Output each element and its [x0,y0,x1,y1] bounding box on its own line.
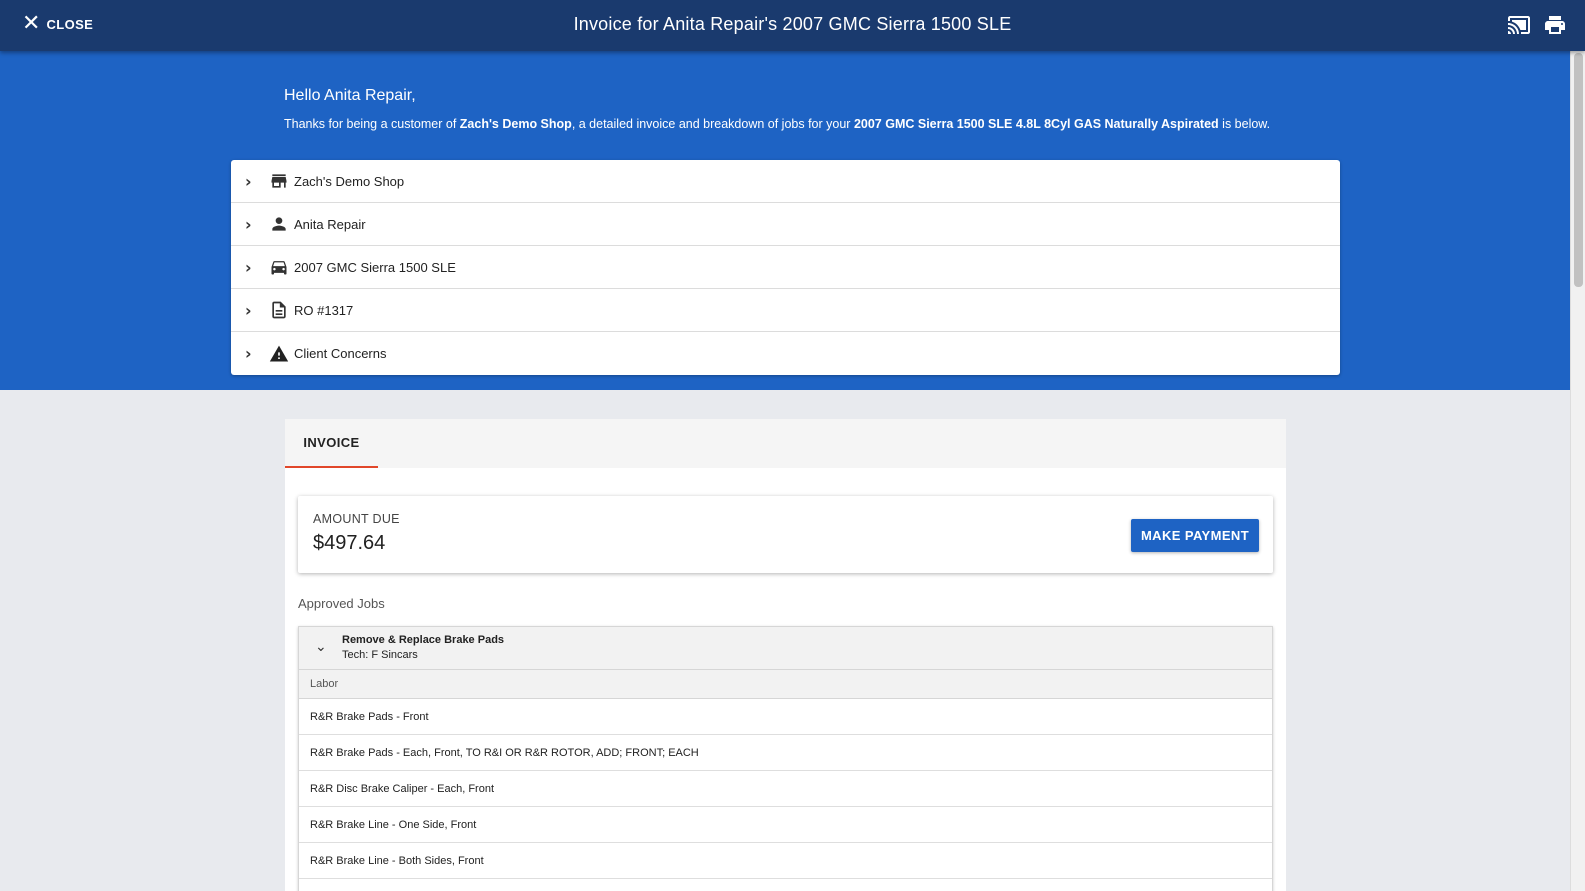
thanks-post: is below. [1218,117,1271,131]
labor-row: R&R Brake Line - Both Sides, Front [299,843,1272,879]
tab-invoice[interactable]: INVOICE [285,419,378,468]
chevron-right-icon: › [245,300,252,320]
accordion-item-vehicle[interactable]: › 2007 GMC Sierra 1500 SLE [231,246,1340,289]
accordion-label: Anita Repair [294,216,366,232]
chevron-right-icon: › [245,214,252,234]
accordion-label: RO #1317 [294,302,354,318]
job-title: Remove & Replace Brake Pads [342,634,505,646]
page-scrollbar[interactable] [1570,51,1585,891]
labor-row: R&R Disc Brake Caliper - Each, Front [299,771,1272,807]
accordion-item-customer[interactable]: › Anita Repair [231,203,1340,246]
chevron-right-icon: › [245,344,252,363]
labor-row: R&R Brake Pads - Front [299,699,1272,735]
car-icon [269,257,289,277]
document-icon [269,300,289,320]
approved-jobs-heading: Approved Jobs [298,596,385,611]
amount-due-box: AMOUNT DUE $497.64 MAKE PAYMENT [298,496,1273,573]
accordion-label: Zach's Demo Shop [294,173,405,189]
page-title: Invoice for Anita Repair's 2007 GMC Sier… [573,14,1012,34]
thanks-text: Thanks for being a customer of Zach's De… [284,117,1270,131]
scrollbar-thumb[interactable] [1574,53,1583,287]
accordion-item-concerns[interactable]: › Client Concerns [231,332,1340,375]
amount-due-value: $497.64 [313,532,386,554]
chevron-right-icon: › [245,257,252,277]
person-icon [269,214,289,234]
chevron-down-icon: ⌄ [315,639,327,655]
appbar-actions [1507,13,1567,37]
chevron-right-icon: › [245,171,252,191]
accordion-label: 2007 GMC Sierra 1500 SLE [294,259,456,275]
warning-icon [269,344,289,364]
thanks-mid: , a detailed invoice and breakdown of jo… [571,117,854,131]
tab-bar: INVOICE [285,419,1286,468]
labor-header: Labor [299,670,1272,699]
vehicle-full: 2007 GMC Sierra 1500 SLE 4.8L 8Cyl GAS N… [853,117,1219,131]
amount-due-label: AMOUNT DUE [313,512,400,526]
labor-row: R&R Brake Line - One Side, Front [299,807,1272,843]
invoice-card: INVOICE AMOUNT DUE $497.64 MAKE PAYMENT … [285,419,1286,891]
job-tech: Tech: F Sincars [342,649,418,661]
print-icon[interactable] [1543,13,1567,37]
accordion-item-shop[interactable]: › Zach's Demo Shop [231,160,1340,203]
job-header[interactable]: ⌄ Remove & Replace Brake Pads Tech: F Si… [299,627,1272,670]
approved-jobs-panel: ⌄ Remove & Replace Brake Pads Tech: F Si… [298,626,1273,891]
greeting-text: Hello Anita Repair, [284,87,416,104]
shop-name: Zach's Demo Shop [459,117,572,131]
labor-row: R&R Brake Pads - Each, Front, TO R&I OR … [299,735,1272,771]
thanks-pre: Thanks for being a customer of [284,117,460,131]
accordion-label: Client Concerns [294,346,387,361]
accordion-item-ro[interactable]: › RO #1317 [231,289,1340,332]
app-bar: ✕ CLOSE Invoice for Anita Repair's 2007 … [0,0,1585,51]
store-icon [269,171,289,191]
cast-icon[interactable] [1507,13,1531,37]
info-accordion: › Zach's Demo Shop › Anita Repair › 2007… [231,160,1340,375]
make-payment-button[interactable]: MAKE PAYMENT [1131,519,1259,552]
